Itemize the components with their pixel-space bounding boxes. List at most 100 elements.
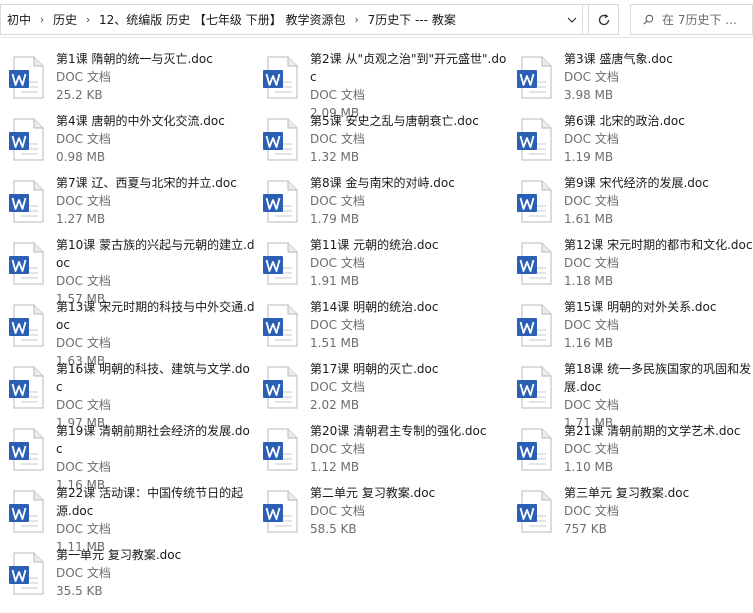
chevron-down-icon <box>567 17 576 23</box>
word-doc-icon <box>517 56 552 99</box>
file-item[interactable]: 第4课 唐朝的中外文化交流.doc DOC 文档 0.98 MB <box>0 108 250 170</box>
file-size: 3.98 MB <box>564 88 614 102</box>
file-info: 第8课 金与南宋的对峙.doc DOC 文档 1.79 MB <box>310 174 510 228</box>
address-bar: 初中 › 历史 › 12、统编版 历史 【七年级 下册】 教学资源包 › 7历史… <box>0 0 753 38</box>
breadcrumb[interactable]: 初中 › 历史 › 12、统编版 历史 【七年级 下册】 教学资源包 › 7历史… <box>0 4 583 35</box>
search-box[interactable] <box>630 4 753 35</box>
file-size: 757 KB <box>564 522 607 536</box>
file-type: DOC 文档 <box>310 504 365 518</box>
file-name: 第14课 明朝的统治.doc <box>310 300 439 314</box>
file-name: 第22课 活动课：中国传统节日的起源.doc <box>56 486 244 518</box>
file-item[interactable]: 第19课 清朝前期社会经济的发展.doc DOC 文档 1.16 MB <box>0 418 250 492</box>
file-info: 第3课 盛唐气象.doc DOC 文档 3.98 MB <box>564 50 753 104</box>
file-type: DOC 文档 <box>310 442 365 456</box>
file-size: 1.51 MB <box>310 336 360 350</box>
file-item[interactable]: 第10课 蒙古族的兴起与元朝的建立.doc DOC 文档 1.57 MB <box>0 232 255 306</box>
file-item[interactable]: 第17课 明朝的灭亡.doc DOC 文档 2.02 MB <box>254 356 504 418</box>
file-name: 第8课 金与南宋的对峙.doc <box>310 176 455 190</box>
file-name: 第12课 宋元时期的都市和文化.doc <box>564 238 753 252</box>
file-item[interactable]: 第6课 北宋的政治.doc DOC 文档 1.19 MB <box>508 108 753 170</box>
file-item[interactable]: 第13课 宋元时期的科技与中外交通.doc DOC 文档 1.63 MB <box>0 294 255 368</box>
file-item[interactable]: 第21课 清朝前期的文学艺术.doc DOC 文档 1.10 MB <box>508 418 753 480</box>
file-name: 第7课 辽、西夏与北宋的并立.doc <box>56 176 237 190</box>
file-item[interactable]: 第9课 宋代经济的发展.doc DOC 文档 1.61 MB <box>508 170 753 232</box>
file-item[interactable]: 第2课 从"贞观之治"到"开元盛世".doc DOC 文档 2.09 MB <box>254 46 506 120</box>
file-item[interactable]: 第三单元 复习教案.doc DOC 文档 757 KB <box>508 480 753 542</box>
file-item[interactable]: 第一单元 复习教案.doc DOC 文档 35.5 KB <box>0 542 250 604</box>
file-item[interactable]: 第15课 明朝的对外关系.doc DOC 文档 1.16 MB <box>508 294 753 356</box>
file-size: 2.02 MB <box>310 398 360 412</box>
file-item[interactable]: 第8课 金与南宋的对峙.doc DOC 文档 1.79 MB <box>254 170 504 232</box>
file-item[interactable]: 第二单元 复习教案.doc DOC 文档 58.5 KB <box>254 480 504 542</box>
breadcrumb-item[interactable]: 7历史下 --- 教案 <box>368 11 456 28</box>
file-type: DOC 文档 <box>310 256 365 270</box>
file-name: 第6课 北宋的政治.doc <box>564 114 685 128</box>
file-name: 第4课 唐朝的中外文化交流.doc <box>56 114 225 128</box>
file-type: DOC 文档 <box>564 256 619 270</box>
file-info: 第9课 宋代经济的发展.doc DOC 文档 1.61 MB <box>564 174 753 228</box>
file-size: 1.19 MB <box>564 150 614 164</box>
file-type: DOC 文档 <box>564 70 619 84</box>
history-dropdown-button[interactable] <box>555 4 589 35</box>
search-input[interactable] <box>662 12 752 27</box>
chevron-right-icon: › <box>85 13 91 26</box>
word-doc-icon <box>9 490 44 533</box>
breadcrumb-item[interactable]: 初中 <box>7 11 31 28</box>
file-size: 1.27 MB <box>56 212 106 226</box>
word-doc-icon <box>263 490 298 533</box>
file-name: 第10课 蒙古族的兴起与元朝的建立.doc <box>56 238 255 270</box>
file-item[interactable]: 第12课 宋元时期的都市和文化.doc DOC 文档 1.18 MB <box>508 232 753 294</box>
refresh-button[interactable] <box>589 4 619 35</box>
file-type: DOC 文档 <box>56 132 111 146</box>
file-name: 第3课 盛唐气象.doc <box>564 52 673 66</box>
file-name: 第15课 明朝的对外关系.doc <box>564 300 717 314</box>
file-size: 58.5 KB <box>310 522 357 536</box>
file-name: 第9课 宋代经济的发展.doc <box>564 176 709 190</box>
word-doc-icon <box>9 428 44 471</box>
file-info: 第21课 清朝前期的文学艺术.doc DOC 文档 1.10 MB <box>564 422 753 476</box>
file-item[interactable]: 第22课 活动课：中国传统节日的起源.doc DOC 文档 1.11 MB <box>0 480 250 554</box>
file-item[interactable]: 第3课 盛唐气象.doc DOC 文档 3.98 MB <box>508 46 753 108</box>
file-type: DOC 文档 <box>564 132 619 146</box>
file-item[interactable]: 第16课 明朝的科技、建筑与文学.doc DOC 文档 1.97 MB <box>0 356 250 430</box>
file-type: DOC 文档 <box>564 442 619 456</box>
file-item[interactable]: 第7课 辽、西夏与北宋的并立.doc DOC 文档 1.27 MB <box>0 170 250 232</box>
file-type: DOC 文档 <box>310 194 365 208</box>
word-doc-icon <box>263 428 298 471</box>
file-name: 第一单元 复习教案.doc <box>56 548 182 562</box>
file-info: 第二单元 复习教案.doc DOC 文档 58.5 KB <box>310 484 510 538</box>
breadcrumb-item[interactable]: 12、统编版 历史 【七年级 下册】 教学资源包 <box>99 11 346 28</box>
word-doc-icon <box>517 242 552 285</box>
file-type: DOC 文档 <box>56 70 111 84</box>
file-item[interactable]: 第20课 清朝君主专制的强化.doc DOC 文档 1.12 MB <box>254 418 504 480</box>
file-type: DOC 文档 <box>56 460 111 474</box>
file-item[interactable]: 第18课 统一多民族国家的巩固和发展.doc DOC 文档 1.71 MB <box>508 356 753 430</box>
file-type: DOC 文档 <box>56 194 111 208</box>
file-size: 1.16 MB <box>564 336 614 350</box>
file-size: 1.18 MB <box>564 274 614 288</box>
chevron-right-icon: › <box>354 13 359 26</box>
file-item[interactable]: 第11课 元朝的统治.doc DOC 文档 1.91 MB <box>254 232 504 294</box>
file-type: DOC 文档 <box>564 194 619 208</box>
word-doc-icon <box>263 180 298 223</box>
file-name: 第2课 从"贞观之治"到"开元盛世".doc <box>310 52 507 84</box>
file-name: 第三单元 复习教案.doc <box>564 486 690 500</box>
file-name: 第19课 清朝前期社会经济的发展.doc <box>56 424 250 456</box>
file-info: 第17课 明朝的灭亡.doc DOC 文档 2.02 MB <box>310 360 510 414</box>
file-size: 1.10 MB <box>564 460 614 474</box>
file-info: 第11课 元朝的统治.doc DOC 文档 1.91 MB <box>310 236 510 290</box>
file-type: DOC 文档 <box>56 336 111 350</box>
file-name: 第16课 明朝的科技、建筑与文学.doc <box>56 362 250 394</box>
file-item[interactable]: 第1课 隋朝的统一与灭亡.doc DOC 文档 25.2 KB <box>0 46 250 108</box>
file-name: 第17课 明朝的灭亡.doc <box>310 362 439 376</box>
breadcrumb-item[interactable]: 历史 <box>53 11 77 28</box>
file-name: 第18课 统一多民族国家的巩固和发展.doc <box>564 362 752 394</box>
chevron-right-icon: › <box>39 13 45 26</box>
file-item[interactable]: 第14课 明朝的统治.doc DOC 文档 1.51 MB <box>254 294 504 356</box>
file-name: 第21课 清朝前期的文学艺术.doc <box>564 424 741 438</box>
file-item[interactable]: 第5课 安史之乱与唐朝衰亡.doc DOC 文档 1.32 MB <box>254 108 504 170</box>
file-info: 第一单元 复习教案.doc DOC 文档 35.5 KB <box>56 546 256 600</box>
file-info: 第三单元 复习教案.doc DOC 文档 757 KB <box>564 484 753 538</box>
file-info: 第1课 隋朝的统一与灭亡.doc DOC 文档 25.2 KB <box>56 50 256 104</box>
file-type: DOC 文档 <box>56 566 111 580</box>
